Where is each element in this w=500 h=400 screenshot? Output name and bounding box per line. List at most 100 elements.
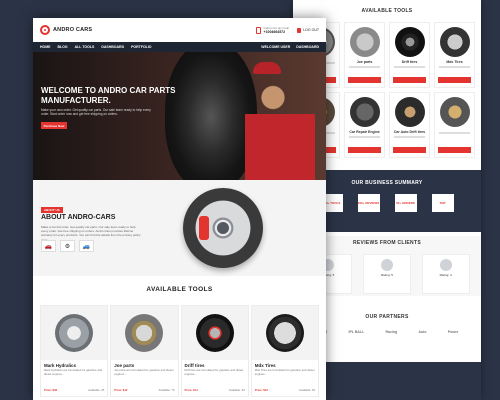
purchase-now-button[interactable]: Purchase Now (41, 122, 67, 129)
wheel-hub (217, 222, 229, 234)
tool-price: Price: $10 (254, 388, 268, 392)
nav-item-welcome-user[interactable]: WELCOME USER (261, 45, 290, 49)
partner-logo: Racing (385, 330, 398, 334)
nav-item-home[interactable]: HOME (40, 45, 51, 49)
call-number[interactable]: +1004664572 (264, 30, 290, 34)
nav-item-portfolio[interactable]: PORTFOLIO (131, 45, 151, 49)
logo-icon[interactable] (40, 25, 50, 35)
nav-item-blog[interactable]: BLOG (58, 45, 68, 49)
gear-image (125, 314, 164, 352)
about-tag: ABOUT US (41, 207, 63, 213)
purchase-button[interactable] (392, 77, 427, 83)
tool-image-frame (251, 306, 318, 360)
tool-price: Price: $14 (184, 388, 198, 392)
back-tool-name: Joe parts (356, 60, 373, 64)
text-line (393, 136, 426, 138)
tool-image (394, 97, 425, 127)
tool-image (349, 27, 380, 57)
back-tool-name: Car Auto Drift tires (393, 130, 426, 134)
text-line (393, 66, 426, 68)
tool-meta: Price: $30 Available: 25 (41, 385, 107, 392)
text-line (348, 136, 381, 138)
summary-box: TOP (431, 194, 454, 212)
back-tool-name: Car Repair Engine (349, 130, 380, 134)
review-card: Rating: 4 (421, 254, 470, 294)
back-tool-card[interactable]: Mdx Tires (434, 22, 475, 88)
call-info: Call us for any help +1004664572 (255, 26, 290, 34)
logout-button[interactable]: LOG OUT (297, 27, 319, 33)
header-actions: Call us for any help +1004664572 LOG OUT (255, 26, 319, 34)
summary-box: 200+ REVIEWS (357, 194, 380, 212)
purchase-button[interactable] (437, 147, 472, 153)
back-tool-card[interactable]: Driff tires (389, 22, 430, 88)
brake-caliper (199, 216, 209, 240)
tool-price: Price: $12 (114, 388, 128, 392)
about-title: ABOUT ANDRO-CARS (41, 214, 116, 221)
tool-name: Mdx Tires (254, 363, 276, 368)
tool-card[interactable]: Mdx Tires Mdx Tires are formulated for g… (250, 305, 319, 397)
tool-name: Joe parts (114, 363, 135, 368)
hero-description: Make your own order. Get quality car par… (41, 108, 151, 117)
tool-available: Available: 25 (88, 388, 105, 392)
tool-name: Driff tires (184, 363, 205, 368)
nav-item-all-tools[interactable]: ALL TOOLS (75, 45, 95, 49)
piston-image (55, 314, 94, 352)
review-card: Rating: 5 (362, 254, 411, 294)
review-rating: Rating: 5 (380, 273, 393, 277)
about-section: ABOUT US ABOUT ANDRO-CARS Make a car bid… (33, 180, 326, 276)
lock-icon (297, 27, 302, 33)
back-tool-card[interactable] (434, 92, 475, 158)
tools-grid: Mark Hydralics Mark Hydralics are formul… (33, 305, 326, 397)
back-tool-card[interactable]: Joe parts (344, 22, 385, 88)
site-header: ANDRO CARS Call us for any help +1004664… (33, 18, 326, 42)
partner-logo: Power (447, 330, 459, 334)
text-line (438, 132, 471, 134)
tyre-image (165, 52, 257, 180)
tool-image-frame (181, 306, 248, 360)
back-tool-name: Mdx Tires (446, 60, 463, 64)
tool-description: Mark Hydralics are formulated for gasoli… (44, 368, 102, 376)
phone-icon (255, 26, 261, 34)
nav-item-dashboard[interactable]: DASHBOARD (101, 45, 124, 49)
back-tool-name: Driff tires (401, 60, 418, 64)
purchase-button[interactable] (437, 77, 472, 83)
tool-image (349, 97, 380, 127)
engine-icon: ⚙ (60, 240, 75, 252)
purchase-button[interactable] (392, 147, 427, 153)
about-icons: 🚗 ⚙ 🚙 (41, 240, 94, 252)
tool-card[interactable]: Mark Hydralics Mark Hydralics are formul… (40, 305, 109, 397)
text-line (348, 66, 381, 68)
tool-description: Joe parts are formulated for gasoline an… (114, 368, 174, 376)
avatar (439, 259, 452, 271)
nav-item-dashboard-right[interactable]: DASHBOARD (296, 45, 319, 49)
tool-name: Mark Hydralics (44, 363, 77, 368)
purchase-button[interactable] (347, 147, 382, 153)
tool-card[interactable]: Joe parts Joe parts are formulated for g… (110, 305, 179, 397)
tool-available: Available: 75 (158, 388, 175, 392)
tool-card[interactable]: Driff tires Driff tires are formulated f… (180, 305, 249, 397)
tool-description: Mdx Tires are formulated for gasoline an… (254, 368, 315, 376)
mechanic-cap (253, 62, 281, 74)
text-line (438, 66, 471, 68)
back-tool-card[interactable]: Car Auto Drift tires (389, 92, 430, 158)
partner-logo: Auto (418, 330, 427, 334)
tool-description: Driff tires are formulated for gasoline … (184, 368, 244, 376)
tire-image (195, 314, 234, 352)
main-nav: HOME BLOG ALL TOOLS DASHBOARD PORTFOLIO … (33, 42, 326, 52)
back-tool-card[interactable]: Car Repair Engine (344, 92, 385, 158)
tool-meta: Price: $14 Available: 30 (182, 385, 248, 392)
tool-image-frame (41, 306, 108, 360)
tool-price: Price: $30 (44, 388, 58, 392)
partner-logo: IPL BALL (348, 330, 365, 334)
brand-name[interactable]: ANDRO CARS (53, 27, 92, 33)
nav-right: WELCOME USER DASHBOARD (261, 45, 319, 49)
hero-title: WELCOME TO ANDRO CAR PARTS MANUFACTURER. (41, 86, 176, 105)
tool-image-frame (111, 306, 178, 360)
review-rating: Rating: 4 (439, 273, 452, 277)
tool-available: Available: 45 (299, 388, 315, 392)
tool-available: Available: 30 (228, 388, 245, 392)
tool-image (394, 27, 425, 57)
purchase-button[interactable] (347, 77, 382, 83)
car-icon: 🚗 (41, 240, 56, 252)
main-page-preview: ANDRO CARS Call us for any help +1004664… (33, 18, 326, 400)
